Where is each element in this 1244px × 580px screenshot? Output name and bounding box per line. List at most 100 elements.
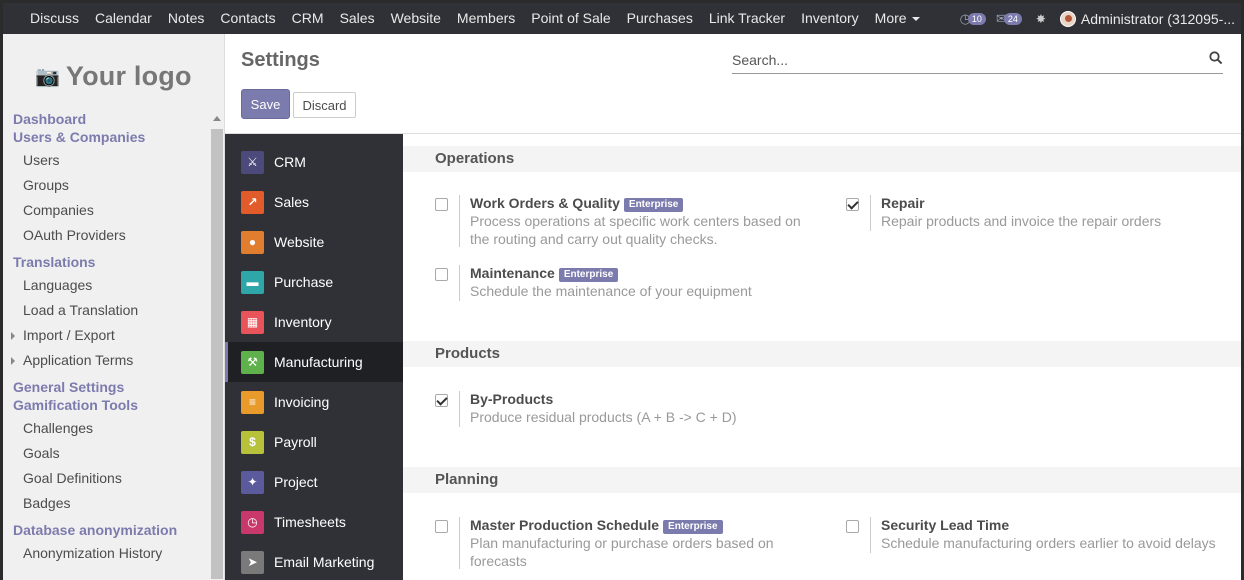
scroll-up-icon[interactable] xyxy=(213,116,221,121)
discard-button[interactable]: Discard xyxy=(293,92,356,118)
work-orders-desc: Process operations at specific work cent… xyxy=(470,213,801,247)
activities-button[interactable]: ◷ 10 xyxy=(960,11,986,27)
sidebar-heading[interactable]: Dashboard xyxy=(3,110,208,128)
security-lead-time-label: Security Lead Time xyxy=(881,517,1010,533)
app-nav-item[interactable]: ▦ Inventory xyxy=(225,302,403,342)
sidebar-item[interactable]: Badges xyxy=(3,491,208,516)
app-nav-item[interactable]: ⚒ Manufacturing xyxy=(225,342,403,382)
enterprise-badge: Enterprise xyxy=(623,198,684,212)
app-nav-label: Invoicing xyxy=(274,394,330,410)
app-nav-item[interactable]: ➤ Email Marketing xyxy=(225,542,403,580)
sidebar-item[interactable]: Goals xyxy=(3,441,208,466)
divider xyxy=(870,195,871,231)
sidebar-item-label: Languages xyxy=(23,277,93,293)
sidebar-item[interactable]: Goal Definitions xyxy=(3,466,208,491)
sidebar-item[interactable]: Challenges xyxy=(3,416,208,441)
sidebar-item[interactable]: OAuth Providers xyxy=(3,223,208,248)
search-bar xyxy=(732,47,1223,74)
menu-link-tracker[interactable]: Link Tracker xyxy=(701,3,793,34)
sidebar-heading[interactable]: Database anonymization xyxy=(3,521,208,539)
puzzle-icon: ✦ xyxy=(241,470,264,494)
divider xyxy=(870,517,871,553)
sidebar-heading[interactable]: Translations xyxy=(3,253,208,271)
sidebar-item[interactable]: Anonymization History xyxy=(3,541,208,566)
sidebar-item-label: Groups xyxy=(23,177,69,193)
sidebar-heading[interactable]: Users & Companies xyxy=(3,128,208,146)
menu-discuss[interactable]: Discuss xyxy=(22,3,87,34)
user-menu[interactable]: Administrator (312095-... xyxy=(1081,11,1235,27)
repair-checkbox[interactable] xyxy=(846,198,859,211)
sidebar-item[interactable]: Languages xyxy=(3,273,208,298)
work-orders-checkbox[interactable] xyxy=(435,198,448,211)
messages-count: 24 xyxy=(1003,12,1022,25)
paper-plane-icon: ➤ xyxy=(241,550,264,574)
app-nav-item[interactable]: ● Website xyxy=(225,222,403,262)
app-nav-item[interactable]: ⚔ CRM xyxy=(225,142,403,182)
menu-calendar[interactable]: Calendar xyxy=(87,3,160,34)
search-icon[interactable] xyxy=(1209,51,1223,65)
app-nav-item[interactable]: ◷ Timesheets xyxy=(225,502,403,542)
menu-crm[interactable]: CRM xyxy=(284,3,332,34)
sidebar-item[interactable]: Companies xyxy=(3,198,208,223)
app-nav-item[interactable]: ↗ Sales xyxy=(225,182,403,222)
top-navbar: Discuss Calendar Notes Contacts CRM Sale… xyxy=(3,3,1241,34)
menu-members[interactable]: Members xyxy=(449,3,523,34)
maintenance-label: Maintenance xyxy=(470,265,555,281)
caret-down-icon xyxy=(911,17,920,22)
debug-bug-icon[interactable]: ✸ xyxy=(1036,12,1046,26)
sidebar-scrollbar[interactable] xyxy=(209,112,224,580)
menu-more[interactable]: More xyxy=(867,3,928,34)
repair-desc: Repair products and invoice the repair o… xyxy=(881,213,1162,229)
messages-button[interactable]: ✉ 24 xyxy=(996,11,1022,27)
sidebar-item[interactable]: Users xyxy=(3,148,208,173)
menu-notes[interactable]: Notes xyxy=(160,3,213,34)
sidebar-item[interactable]: Load a Translation xyxy=(3,298,208,323)
sidebar: 📷 Your logo Dashboard Users & Companies Us… xyxy=(3,34,225,580)
scrollbar-thumb[interactable] xyxy=(211,129,223,579)
sidebar-item[interactable]: Application Terms xyxy=(3,348,208,373)
mps-checkbox[interactable] xyxy=(435,520,448,533)
divider xyxy=(459,195,460,247)
maintenance-checkbox[interactable] xyxy=(435,268,448,281)
logo-text: Your logo xyxy=(65,60,192,91)
menu-sales[interactable]: Sales xyxy=(332,3,383,34)
sidebar-heading[interactable]: Gamification Tools xyxy=(3,396,208,414)
activities-count: 10 xyxy=(967,12,986,25)
mps-label: Master Production Schedule xyxy=(470,517,660,533)
top-menu: Discuss Calendar Notes Contacts CRM Sale… xyxy=(22,3,928,34)
setting-name: Master Production Schedule Enterprise xyxy=(470,517,723,534)
work-orders-label: Work Orders & Quality xyxy=(470,195,620,211)
by-products-checkbox[interactable] xyxy=(435,394,448,407)
by-products-desc: Produce residual products (A + B -> C + … xyxy=(470,409,737,425)
section-title-planning: Planning xyxy=(403,467,1241,493)
repair-label: Repair xyxy=(881,195,925,211)
divider xyxy=(459,517,460,569)
setting-name: Work Orders & Quality Enterprise xyxy=(470,195,684,212)
app-nav-item[interactable]: ▬ Purchase xyxy=(225,262,403,302)
money-icon: $ xyxy=(241,430,264,454)
save-button[interactable]: Save xyxy=(241,89,290,119)
avatar[interactable] xyxy=(1059,10,1076,27)
sidebar-item[interactable]: Groups xyxy=(3,173,208,198)
sidebar-heading[interactable]: General Settings xyxy=(3,378,208,396)
menu-website[interactable]: Website xyxy=(383,3,449,34)
sidebar-menu: Dashboard Users & Companies Users Groups Com… xyxy=(3,110,208,566)
app-nav-item[interactable]: ≡ Invoicing xyxy=(225,382,403,422)
menu-contacts[interactable]: Contacts xyxy=(212,3,283,34)
sidebar-item-label: Anonymization History xyxy=(23,545,163,561)
app-nav-item[interactable]: $ Payroll xyxy=(225,422,403,462)
sidebar-item-label: Application Terms xyxy=(23,352,134,368)
security-lead-time-checkbox[interactable] xyxy=(846,520,859,533)
app-nav-item[interactable]: ✦ Project xyxy=(225,462,403,502)
sidebar-item[interactable]: Import / Export xyxy=(3,323,208,348)
company-logo[interactable]: 📷 Your logo xyxy=(35,56,195,96)
menu-point-of-sale[interactable]: Point of Sale xyxy=(523,3,618,34)
menu-inventory[interactable]: Inventory xyxy=(793,3,867,34)
sidebar-item-label: Users xyxy=(23,152,60,168)
handshake-icon: ⚔ xyxy=(241,150,264,174)
app-window: Discuss Calendar Notes Contacts CRM Sale… xyxy=(0,0,1244,580)
menu-purchases[interactable]: Purchases xyxy=(619,3,701,34)
search-input[interactable] xyxy=(732,50,1192,70)
app-nav-label: Purchase xyxy=(274,274,334,290)
enterprise-badge: Enterprise xyxy=(558,268,619,282)
